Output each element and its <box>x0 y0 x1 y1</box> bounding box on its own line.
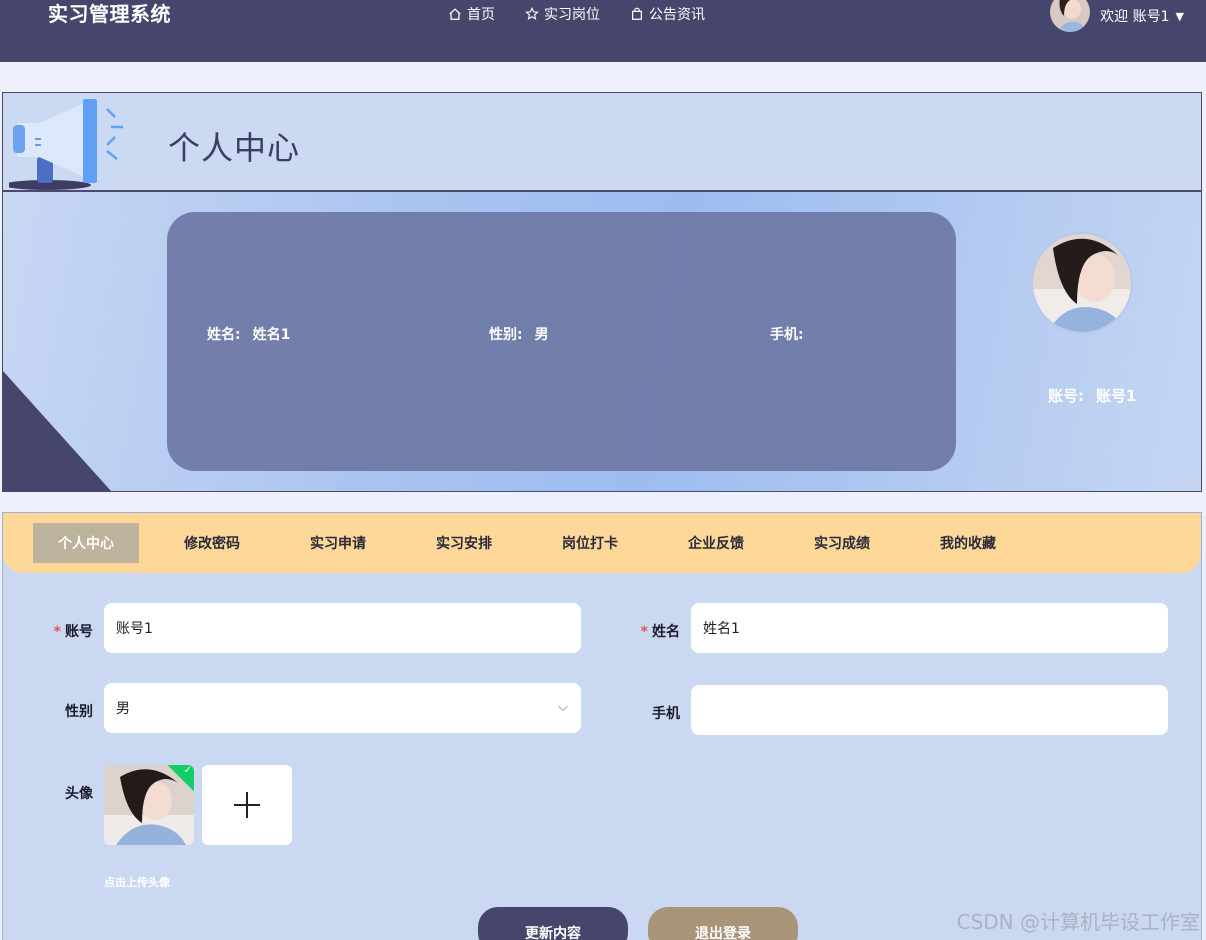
brand-title: 实习管理系统 <box>48 2 171 26</box>
account-label-text: 账号 <box>65 624 93 640</box>
profile-phone-label: 手机: <box>770 327 804 343</box>
profile-form-panel: 个人中心 修改密码 实习申请 实习安排 岗位打卡 企业反馈 实习成绩 我的收藏 … <box>2 512 1202 940</box>
profile-gender-label: 性别: <box>489 327 523 343</box>
chevron-down-icon <box>558 705 568 712</box>
required-mark: * <box>640 624 648 640</box>
tab-internship-schedule[interactable]: 实习安排 <box>411 523 517 563</box>
tab-favorites[interactable]: 我的收藏 <box>915 523 1021 563</box>
tab-change-password[interactable]: 修改密码 <box>159 523 265 563</box>
star-icon <box>525 7 539 20</box>
profile-account-value: 账号1 <box>1096 387 1137 405</box>
user-menu[interactable]: 欢迎 账号1 ▼ <box>1050 0 1184 32</box>
required-mark: * <box>53 624 61 640</box>
profile-summary: 姓名: 姓名1 性别: 男 手机: 账号: 账号1 <box>2 192 1202 492</box>
avatar-upload-button[interactable] <box>202 765 292 845</box>
profile-gender-value: 男 <box>534 327 549 343</box>
watermark: CSDN @计算机毕设工作室 <box>956 910 1200 934</box>
center-tabs: 个人中心 修改密码 实习申请 实习安排 岗位打卡 企业反馈 实习成绩 我的收藏 <box>3 513 1201 573</box>
tab-internship-grades[interactable]: 实习成绩 <box>789 523 895 563</box>
profile-phone: 手机: <box>770 324 816 344</box>
gender-select[interactable]: 男 <box>104 683 581 733</box>
gender-select-value: 男 <box>116 701 130 717</box>
profile-account: 账号: 账号1 <box>1048 385 1136 406</box>
account-input[interactable] <box>104 603 581 653</box>
update-button[interactable]: 更新内容 <box>478 907 628 940</box>
bag-icon <box>632 7 642 20</box>
page-header-banner: 个人中心 <box>2 92 1202 192</box>
main-nav: 首页 实习岗位 公告资讯 <box>448 0 705 28</box>
user-greeting: 欢迎 账号1 <box>1100 9 1170 25</box>
profile-name-label: 姓名: <box>207 327 241 343</box>
phone-input[interactable] <box>691 685 1168 735</box>
account-label: * 账号 <box>33 621 93 641</box>
profile-account-label: 账号: <box>1048 387 1084 405</box>
logout-button[interactable]: 退出登录 <box>648 907 798 940</box>
home-icon <box>449 8 461 20</box>
corner-decoration <box>3 371 111 491</box>
name-label-text: 姓名 <box>652 624 680 640</box>
caret-down-icon: ▼ <box>1175 9 1184 23</box>
nav-internship-posts-label: 实习岗位 <box>544 7 600 23</box>
check-icon: ✓ <box>183 765 192 776</box>
tab-post-checkin[interactable]: 岗位打卡 <box>537 523 643 563</box>
uploaded-avatar-thumbnail[interactable]: ✓ <box>104 765 194 845</box>
phone-label: 手机 <box>652 706 680 722</box>
profile-info-card: 姓名: 姓名1 性别: 男 手机: <box>167 212 956 471</box>
avatar-label: 头像 <box>65 786 93 802</box>
nav-home-label: 首页 <box>467 7 495 23</box>
tab-company-feedback[interactable]: 企业反馈 <box>663 523 769 563</box>
name-label: * 姓名 <box>620 621 680 641</box>
gender-label: 性别 <box>65 704 93 720</box>
profile-gender: 性别: 男 <box>489 324 549 344</box>
profile-name: 姓名: 姓名1 <box>207 324 290 344</box>
profile-avatar <box>1031 232 1133 334</box>
nav-announcements[interactable]: 公告资讯 <box>630 4 705 24</box>
nav-home[interactable]: 首页 <box>448 4 495 24</box>
upload-tip: 点击上传头像 <box>104 876 170 889</box>
avatar <box>1050 0 1091 32</box>
top-navbar: 实习管理系统 首页 实习岗位 公告资讯 欢迎 账号1 ▼ <box>0 0 1206 62</box>
plus-icon <box>234 792 260 818</box>
tab-personal-center[interactable]: 个人中心 <box>33 523 139 563</box>
page-title: 个人中心 <box>168 129 301 167</box>
megaphone-icon <box>9 99 123 190</box>
profile-name-value: 姓名1 <box>252 327 291 343</box>
name-input[interactable] <box>691 603 1168 653</box>
nav-announcements-label: 公告资讯 <box>649 7 705 23</box>
nav-internship-posts[interactable]: 实习岗位 <box>525 4 600 24</box>
tab-internship-apply[interactable]: 实习申请 <box>285 523 391 563</box>
